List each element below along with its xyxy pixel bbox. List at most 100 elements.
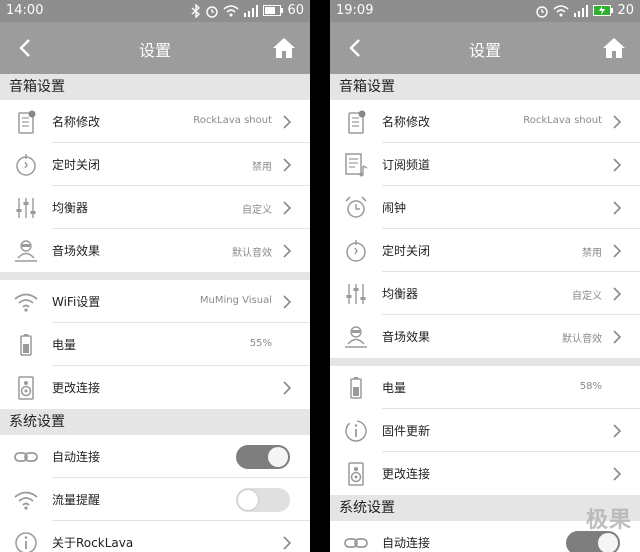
status-bar: 14:00 60 <box>0 0 310 22</box>
toggle-knob <box>598 533 618 552</box>
row-label: 关于RockLava <box>52 536 134 550</box>
settings-row[interactable]: 定时关闭 禁用 <box>330 229 640 272</box>
settings-row[interactable]: 订阅频道 <box>330 143 640 186</box>
page-title: 设置 <box>138 41 171 60</box>
chevron-right-icon <box>612 329 622 345</box>
alarm-clock-icon <box>343 195 369 221</box>
chevron-right-icon <box>282 380 292 396</box>
row-value: 禁用 <box>582 248 602 259</box>
chevron-right-icon <box>282 114 292 130</box>
settings-row[interactable]: 关于RockLava <box>0 521 310 552</box>
info-icon <box>13 530 39 552</box>
link-icon <box>13 444 39 470</box>
toggle-switch[interactable] <box>236 488 290 512</box>
row-label: 更改连接 <box>382 467 431 481</box>
row-label: 音场效果 <box>382 330 431 344</box>
equalizer-icon <box>13 195 39 221</box>
settings-row[interactable]: 自动连接 <box>0 435 310 478</box>
settings-row[interactable]: 定时关闭 禁用 <box>0 143 310 186</box>
battery-level: 60 <box>287 3 304 18</box>
sound-effect-icon <box>343 324 369 350</box>
title-bar: 设置 <box>0 22 310 74</box>
row-label: 电量 <box>52 338 77 352</box>
chevron-right-icon <box>612 466 622 482</box>
chevron-right-icon <box>282 535 292 551</box>
settings-row[interactable]: 音场效果 默认音效 <box>330 315 640 358</box>
firmware-update-icon <box>343 418 369 444</box>
speaker-icon <box>13 375 39 401</box>
chevron-right-icon <box>612 243 622 259</box>
title-bar: 设置 <box>330 22 640 74</box>
status-time: 14:00 <box>6 3 44 18</box>
row-label: WiFi设置 <box>52 295 101 309</box>
settings-row[interactable]: 流量提醒 <box>0 478 310 521</box>
row-label: 电量 <box>382 381 407 395</box>
link-icon <box>343 530 369 552</box>
chevron-right-icon <box>282 243 292 259</box>
toggle-knob <box>238 490 258 510</box>
settings-list: 音箱设置 名称修改 RockLava shout 订阅频道闹钟定时关闭 禁用均衡器 自定义… <box>330 74 640 552</box>
page-title: 设置 <box>468 41 501 60</box>
settings-row[interactable]: 电量 58% <box>330 366 640 409</box>
row-value: 55% <box>249 338 272 349</box>
settings-row[interactable]: 电量 55% <box>0 323 310 366</box>
settings-row[interactable]: 闹钟 <box>330 186 640 229</box>
settings-row[interactable]: 均衡器 自定义 <box>0 186 310 229</box>
chevron-right-icon <box>612 200 622 216</box>
row-label: 定时关闭 <box>382 244 431 258</box>
settings-row[interactable]: 名称修改 RockLava shout <box>330 100 640 143</box>
row-label: 流量提醒 <box>52 493 101 507</box>
status-icons: 20 <box>535 3 634 18</box>
settings-row[interactable]: 音场效果 默认音效 <box>0 229 310 272</box>
settings-row[interactable]: WiFi设置 MuMing Visual <box>0 280 310 323</box>
home-icon[interactable] <box>272 36 296 60</box>
settings-row[interactable]: 固件更新 <box>330 409 640 452</box>
row-label: 自动连接 <box>52 450 101 464</box>
row-label: 固件更新 <box>382 424 431 438</box>
row-label: 均衡器 <box>382 287 419 301</box>
phone-right: 19:09 20 设置 音箱设置 名称修改 RockLava shout 订阅频道闹钟… <box>330 0 640 552</box>
sound-effect-icon <box>13 238 39 264</box>
wifi-icon <box>13 487 39 513</box>
section-header: 系统设置 <box>0 409 310 435</box>
section-gap <box>0 272 310 280</box>
row-label: 自动连接 <box>382 536 431 550</box>
section-header: 音箱设置 <box>0 74 310 100</box>
settings-row[interactable]: 更改连接 <box>330 452 640 495</box>
section-header: 音箱设置 <box>330 74 640 100</box>
battery-icon <box>343 375 369 401</box>
row-label: 均衡器 <box>52 201 89 215</box>
chevron-right-icon <box>282 294 292 310</box>
row-value: 自定义 <box>242 205 272 216</box>
chevron-right-icon <box>612 423 622 439</box>
home-icon[interactable] <box>602 36 626 60</box>
signal-icon <box>244 4 259 17</box>
row-value: 默认音效 <box>562 334 602 345</box>
equalizer-icon <box>343 281 369 307</box>
watermark: 极果 <box>585 508 632 533</box>
settings-row[interactable]: 更改连接 <box>0 366 310 409</box>
speaker-rename-icon <box>13 109 39 135</box>
phone-left: 14:00 60 设置 音箱设置 名称修改 RockLava shout 定时关闭 禁用… <box>0 0 310 552</box>
chevron-right-icon <box>282 157 292 173</box>
timer-off-icon <box>13 152 39 178</box>
settings-row[interactable]: 名称修改 RockLava shout <box>0 100 310 143</box>
status-icons: 60 <box>191 3 304 18</box>
battery-charging-icon <box>593 5 614 16</box>
row-value: 默认音效 <box>232 248 272 259</box>
battery-level: 20 <box>617 3 634 18</box>
row-label: 名称修改 <box>382 115 431 129</box>
section-gap <box>330 358 640 366</box>
battery-status-icon <box>263 5 284 16</box>
chevron-right-icon <box>612 286 622 302</box>
signal-icon <box>574 4 589 17</box>
settings-row[interactable]: 均衡器 自定义 <box>330 272 640 315</box>
wifi-icon <box>13 289 39 315</box>
row-label: 闹钟 <box>382 201 407 215</box>
timer-off-icon <box>343 238 369 264</box>
toggle-switch[interactable] <box>236 445 290 469</box>
battery-icon <box>13 332 39 358</box>
toggle-knob <box>268 447 288 467</box>
status-bar: 19:09 20 <box>330 0 640 22</box>
toggle-switch[interactable] <box>566 531 620 552</box>
